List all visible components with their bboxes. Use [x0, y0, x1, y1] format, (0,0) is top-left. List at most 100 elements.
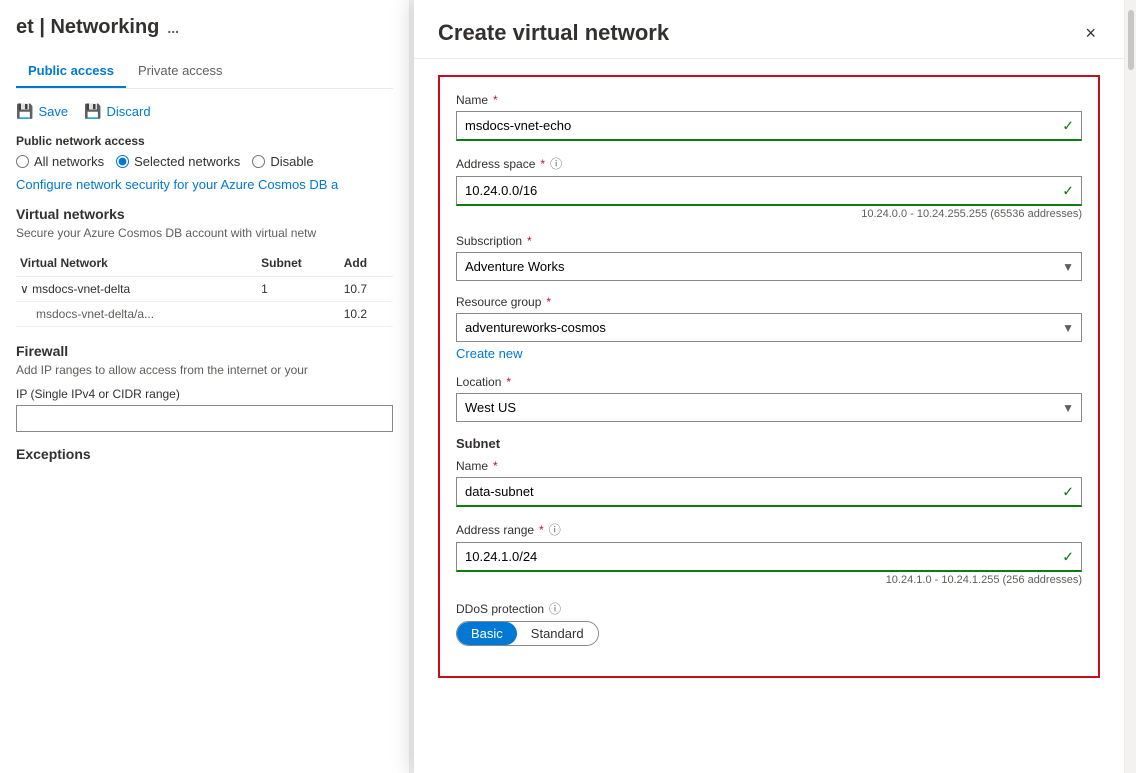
address-space-check-icon: ✓: [1062, 183, 1074, 200]
panel-header: Create virtual network ×: [414, 0, 1124, 59]
col-virtual-network: Virtual Network: [16, 250, 257, 277]
radio-all-networks[interactable]: All networks: [16, 154, 104, 169]
form-group-location: Location * West US ▼: [456, 375, 1082, 422]
virtual-networks-desc: Secure your Azure Cosmos DB account with…: [16, 226, 393, 240]
address-range-input[interactable]: [456, 542, 1082, 572]
form-group-subnet-name: Name * ✓: [456, 459, 1082, 507]
discard-button[interactable]: 💾 Discard: [84, 103, 151, 120]
save-button[interactable]: 💾 Save: [16, 103, 68, 120]
ip-label: IP (Single IPv4 or CIDR range): [16, 387, 393, 401]
page-title-text: et | Networking: [16, 16, 159, 39]
col-subnet: Subnet: [257, 250, 340, 277]
vnet-name-1: ∨ msdocs-vnet-delta: [16, 277, 257, 302]
address-space-label: Address space * ⓘ: [456, 155, 1082, 172]
form-group-subscription: Subscription * Adventure Works ▼: [456, 234, 1082, 281]
vnet-addr-2: 10.2: [340, 302, 393, 327]
network-security-link[interactable]: Configure network security for your Azur…: [16, 177, 338, 192]
tab-public-access[interactable]: Public access: [16, 55, 126, 88]
tab-private-access[interactable]: Private access: [126, 55, 235, 88]
right-scrollbar[interactable]: [1124, 0, 1136, 773]
public-network-label: Public network access: [16, 134, 393, 148]
firewall-title: Firewall: [16, 343, 393, 359]
col-address: Add: [340, 250, 393, 277]
address-space-info-icon[interactable]: ⓘ: [550, 155, 562, 172]
ddos-basic-option[interactable]: Basic: [457, 622, 517, 645]
ellipsis-menu[interactable]: ...: [167, 20, 179, 36]
subnet-name-input-wrapper: ✓: [456, 477, 1082, 507]
create-new-link[interactable]: Create new: [456, 346, 522, 361]
subnet-section-label: Subnet: [456, 436, 1082, 451]
address-space-required-star: *: [540, 157, 545, 171]
form-group-resource-group: Resource group * adventureworks-cosmos ▼…: [456, 295, 1082, 361]
close-button[interactable]: ×: [1081, 20, 1100, 46]
radio-selected-networks[interactable]: Selected networks: [116, 154, 240, 169]
address-space-hint: 10.24.0.0 - 10.24.255.255 (65536 address…: [456, 208, 1082, 220]
ddos-standard-option[interactable]: Standard: [517, 622, 598, 645]
resource-group-label: Resource group *: [456, 295, 1082, 309]
tabs-row: Public access Private access: [16, 55, 393, 89]
location-select[interactable]: West US: [456, 393, 1082, 422]
name-required-star: *: [493, 93, 498, 107]
subscription-label: Subscription *: [456, 234, 1082, 248]
ddos-toggle-row: Basic Standard: [456, 621, 1082, 646]
ddos-info-icon[interactable]: ⓘ: [549, 600, 561, 617]
subnet-name-check-icon: ✓: [1062, 484, 1074, 501]
radio-disable[interactable]: Disable: [252, 154, 313, 169]
form-group-name: Name * ✓: [456, 93, 1082, 141]
form-group-address-range: Address range * ⓘ ✓ 10.24.1.0 - 10.24.1.…: [456, 521, 1082, 586]
address-range-hint: 10.24.1.0 - 10.24.1.255 (256 addresses): [456, 574, 1082, 586]
name-label: Name *: [456, 93, 1082, 107]
location-label: Location *: [456, 375, 1082, 389]
toolbar: 💾 Save 💾 Discard: [16, 103, 393, 120]
firewall-section: Firewall Add IP ranges to allow access f…: [16, 343, 393, 432]
radio-group: All networks Selected networks Disable: [16, 154, 393, 169]
name-check-icon: ✓: [1062, 118, 1074, 135]
ip-input[interactable]: [16, 405, 393, 432]
resource-group-select[interactable]: adventureworks-cosmos: [456, 313, 1082, 342]
discard-icon: 💾: [84, 103, 101, 120]
name-input[interactable]: [456, 111, 1082, 141]
address-range-input-wrapper: ✓: [456, 542, 1082, 572]
address-space-input-wrapper: ✓: [456, 176, 1082, 206]
location-required-star: *: [506, 375, 511, 389]
ddos-label: DDoS protection ⓘ: [456, 600, 1082, 617]
form-group-address-space: Address space * ⓘ ✓ 10.24.0.0 - 10.24.25…: [456, 155, 1082, 220]
table-row: ∨ msdocs-vnet-delta 1 10.7: [16, 277, 393, 302]
table-row: msdocs-vnet-delta/a... 10.2: [16, 302, 393, 327]
subnet-name-input[interactable]: [456, 477, 1082, 507]
address-space-input[interactable]: [456, 176, 1082, 206]
subscription-required-star: *: [527, 234, 532, 248]
right-panel: Create virtual network × Name * ✓: [410, 0, 1136, 773]
vnet-subnet-1: 1: [257, 277, 340, 302]
left-panel: et | Networking ... Public access Privat…: [0, 0, 410, 773]
scrollbar-thumb: [1128, 10, 1134, 70]
resource-group-select-wrapper: adventureworks-cosmos ▼: [456, 313, 1082, 342]
address-range-check-icon: ✓: [1062, 549, 1074, 566]
subnet-name-label: Name *: [456, 459, 1082, 473]
subnet-name-required-star: *: [493, 459, 498, 473]
form-border-box: Name * ✓ Address space * ⓘ: [438, 75, 1100, 678]
save-icon: 💾: [16, 103, 33, 120]
subnet-section: Subnet Name * ✓: [456, 436, 1082, 586]
create-vnet-panel: Create virtual network × Name * ✓: [414, 0, 1124, 773]
form-group-ddos: DDoS protection ⓘ Basic Standard: [456, 600, 1082, 646]
panel-body: Name * ✓ Address space * ⓘ: [414, 59, 1124, 773]
vnet-addr-1: 10.7: [340, 277, 393, 302]
panel-title: Create virtual network: [438, 20, 669, 46]
address-range-required-star: *: [539, 523, 544, 537]
name-input-wrapper: ✓: [456, 111, 1082, 141]
subscription-select-wrapper: Adventure Works ▼: [456, 252, 1082, 281]
ddos-toggle-group: Basic Standard: [456, 621, 599, 646]
vnet-subnet-2: [257, 302, 340, 327]
firewall-desc: Add IP ranges to allow access from the i…: [16, 363, 393, 377]
virtual-networks-title: Virtual networks: [16, 206, 393, 222]
location-select-wrapper: West US ▼: [456, 393, 1082, 422]
subscription-select[interactable]: Adventure Works: [456, 252, 1082, 281]
resource-group-required-star: *: [546, 295, 551, 309]
exceptions-title: Exceptions: [16, 446, 393, 462]
address-range-label: Address range * ⓘ: [456, 521, 1082, 538]
vnet-table: Virtual Network Subnet Add ∨ msdocs-vnet…: [16, 250, 393, 327]
page-title-area: et | Networking ...: [16, 16, 393, 39]
vnet-name-2: msdocs-vnet-delta/a...: [16, 302, 257, 327]
address-range-info-icon[interactable]: ⓘ: [549, 521, 561, 538]
